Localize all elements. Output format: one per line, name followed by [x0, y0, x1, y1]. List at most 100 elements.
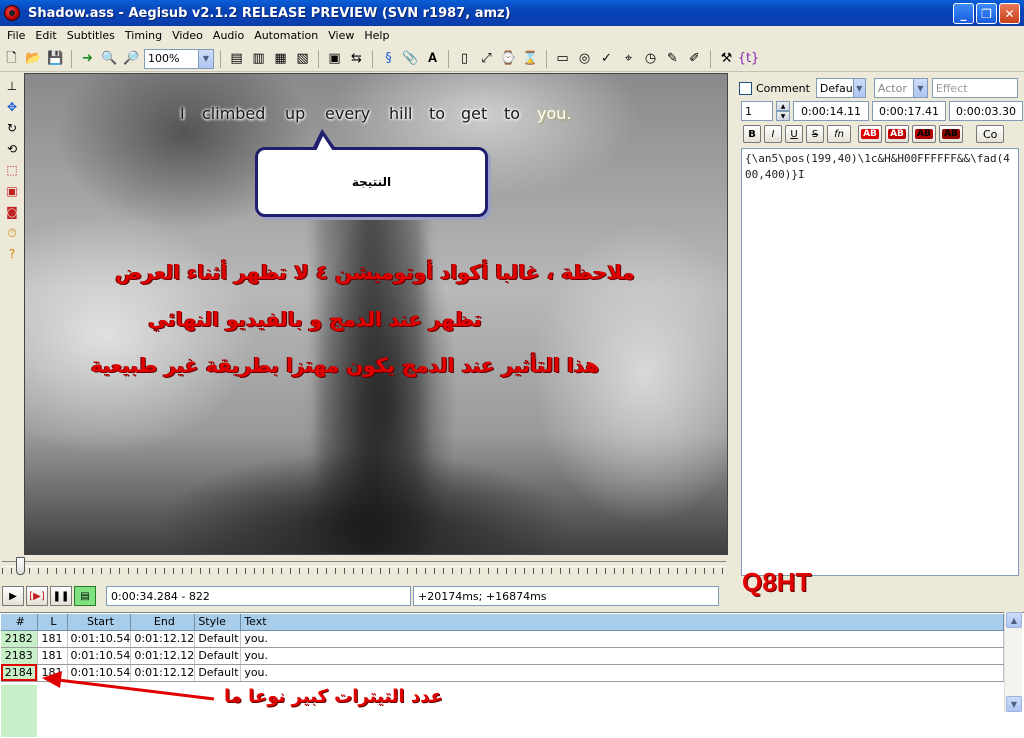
subtitle-text-editor[interactable]: {\an5\pos(199,40)\1c&H&H00FFFFFF&&\fad(4…	[741, 148, 1019, 576]
menu-automation[interactable]: Automation	[249, 29, 323, 42]
zoom-out-icon[interactable]: 🔎	[122, 49, 141, 68]
vector-clip-tool-icon[interactable]: ◙	[3, 203, 21, 221]
font-button[interactable]: fn	[827, 125, 851, 143]
layer-field[interactable]: 1	[741, 101, 773, 121]
start-time-field[interactable]: 0:00:14.11	[793, 101, 869, 121]
shift-times-icon[interactable]: ⇆	[347, 49, 366, 68]
spell-check-icon[interactable]: ✓	[597, 49, 616, 68]
attachments-icon[interactable]: 📎	[401, 49, 420, 68]
column-header-style[interactable]: Style	[194, 614, 242, 631]
table-row[interactable]: 2183 181 0:01:10.54 0:01:12.12 Default y…	[1, 647, 1004, 665]
clip-tool-icon[interactable]: ▣	[3, 182, 21, 200]
toggle-autoscroll-icon[interactable]: ⏱	[3, 224, 21, 242]
pause-icon[interactable]: ❚❚	[50, 586, 72, 606]
scroll-up-icon[interactable]: ▲	[1006, 612, 1022, 628]
table-row[interactable]: 2184 181 0:01:10.54 0:01:12.12 Default y…	[1, 664, 1004, 682]
options-icon[interactable]: ⚒	[717, 49, 736, 68]
menu-help[interactable]: Help	[359, 29, 394, 42]
drag-tool-icon[interactable]: ✥	[3, 98, 21, 116]
video-seek-slider[interactable]	[2, 556, 726, 582]
timing-postprocessor-icon[interactable]: ⌚	[499, 49, 518, 68]
chevron-down-icon: ▼	[852, 79, 865, 97]
menu-timing[interactable]: Timing	[120, 29, 167, 42]
actor-select[interactable]: Actor ▼	[873, 78, 928, 98]
open-file-icon[interactable]: 📂	[24, 49, 43, 68]
menu-view[interactable]: View	[323, 29, 359, 42]
shadow-color-button[interactable]: AB	[939, 125, 963, 143]
secondary-color-button[interactable]: AB	[885, 125, 909, 143]
jump-video-end-icon[interactable]: ▥	[249, 49, 268, 68]
row-number[interactable]: 2183	[1, 647, 38, 665]
play-line-icon[interactable]: [▶]	[26, 586, 48, 606]
help-icon[interactable]: ?	[3, 245, 21, 263]
menu-file[interactable]: File	[2, 29, 30, 42]
menu-subtitles[interactable]: Subtitles	[62, 29, 120, 42]
bold-button[interactable]: B	[743, 125, 761, 143]
column-header-end[interactable]: End	[130, 614, 196, 631]
kanji-timer-icon[interactable]: ⌛	[521, 49, 540, 68]
primary-color-button[interactable]: AB	[858, 125, 882, 143]
standard-tool-icon[interactable]: ⊥	[3, 77, 21, 95]
assistant-icon[interactable]: ⌖	[619, 49, 638, 68]
spin-up-icon[interactable]: ▲	[776, 101, 790, 111]
subtitle-grid[interactable]: # L Start End Style Text 2182 181 0:01:1…	[0, 612, 1024, 738]
clock-icon[interactable]: ◷	[641, 49, 660, 68]
translation-assistant-icon[interactable]: ▭	[553, 49, 572, 68]
scale-tool-icon[interactable]: ⬚	[3, 161, 21, 179]
commit-button[interactable]: Co	[976, 125, 1005, 143]
duration-field[interactable]: 0:00:03.30	[949, 101, 1023, 121]
scroll-down-icon[interactable]: ▼	[1006, 696, 1022, 712]
zoom-in-icon[interactable]: 🔍	[100, 49, 119, 68]
grid-scrollbar[interactable]: ▲ ▼	[1004, 612, 1022, 712]
row-number[interactable]: 2184	[1, 664, 38, 682]
automation-icon[interactable]: ✐	[685, 49, 704, 68]
table-row[interactable]: 2182 181 0:01:10.54 0:01:12.12 Default y…	[1, 630, 1004, 648]
underline-button[interactable]: U	[785, 125, 803, 143]
effect-field[interactable]: Effect	[931, 78, 1018, 98]
styles-manager-icon[interactable]: §	[379, 49, 398, 68]
minimize-button[interactable]: _	[953, 3, 974, 24]
select-lines-icon[interactable]: ▣	[325, 49, 344, 68]
jump-to-icon[interactable]: ➜	[78, 49, 97, 68]
visual-typesetting-icon[interactable]: ✎	[663, 49, 682, 68]
video-display[interactable]: I climbed up every hill to get to you. ا…	[24, 73, 728, 555]
save-icon[interactable]: 💾	[46, 49, 65, 68]
snap-start-icon[interactable]: ▦	[271, 49, 290, 68]
column-header-start[interactable]: Start	[67, 614, 132, 631]
play-icon[interactable]: ▶	[2, 586, 24, 606]
end-time-field[interactable]: 0:00:17.41	[872, 101, 946, 121]
menu-audio[interactable]: Audio	[208, 29, 249, 42]
menu-edit[interactable]: Edit	[30, 29, 61, 42]
snap-end-icon[interactable]: ▧	[293, 49, 312, 68]
fonts-collector-icon[interactable]: 𝐀	[423, 49, 442, 68]
menu-video[interactable]: Video	[167, 29, 208, 42]
seek-thumb[interactable]	[16, 557, 25, 575]
properties-icon[interactable]: ▯	[455, 49, 474, 68]
close-button[interactable]: ✕	[999, 3, 1020, 24]
column-header-text[interactable]: Text	[240, 614, 1004, 631]
italic-button[interactable]: I	[764, 125, 782, 143]
zoom-select[interactable]: 100% ▼	[144, 48, 214, 69]
callout-text: النتيجة	[351, 175, 392, 189]
autoscroll-toggle-icon[interactable]: ▤	[74, 586, 96, 606]
new-file-icon[interactable]: 🗋	[2, 49, 21, 68]
playback-controls: ▶ [▶] ❚❚ ▤ 0:00:34.284 - 822 +20174ms; +…	[2, 585, 732, 607]
restore-button[interactable]: ❐	[976, 3, 997, 24]
layer-spinner[interactable]: ▲ ▼	[776, 101, 790, 121]
video-offsets: +20174ms; +16874ms	[413, 586, 719, 606]
column-header-layer[interactable]: L	[37, 614, 68, 631]
rotate-z-tool-icon[interactable]: ↻	[3, 119, 21, 137]
style-select[interactable]: Defau ▼	[815, 78, 866, 98]
tag-toggle-icon[interactable]: {t}	[738, 49, 760, 68]
outline-color-button[interactable]: AB	[912, 125, 936, 143]
strikeout-button[interactable]: S	[806, 125, 824, 143]
jump-video-start-icon[interactable]: ▤	[227, 49, 246, 68]
karaoke-line: I climbed up every hill to get to you.	[25, 104, 727, 130]
column-header-number[interactable]: #	[1, 614, 38, 631]
comment-checkbox[interactable]	[739, 81, 752, 95]
rotate-xy-tool-icon[interactable]: ⟲	[3, 140, 21, 158]
row-number[interactable]: 2182	[1, 630, 38, 648]
spin-down-icon[interactable]: ▼	[776, 111, 790, 121]
styling-assistant-icon[interactable]: ◎	[575, 49, 594, 68]
resample-icon[interactable]: ⤢	[477, 49, 496, 68]
